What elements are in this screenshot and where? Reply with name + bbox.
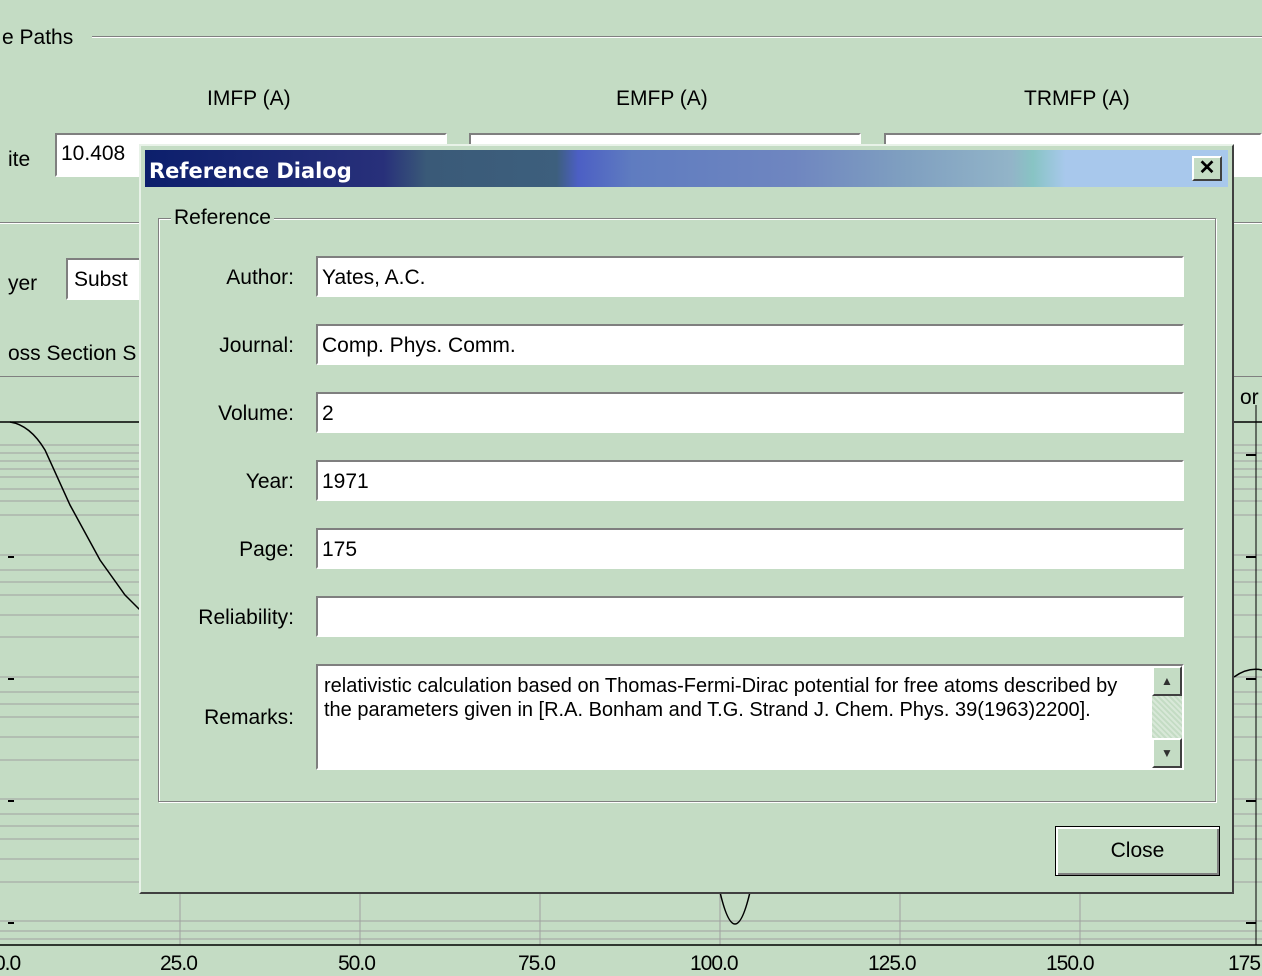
year-label: Year: <box>245 470 294 493</box>
page-field[interactable]: 175 <box>316 528 1184 569</box>
layer-label: yer <box>8 272 38 295</box>
emfp-column-header: EMFP (A) <box>616 87 708 110</box>
curve-right <box>1233 668 1262 678</box>
volume-value: 2 <box>322 402 334 425</box>
imfp-column-header: IMFP (A) <box>207 87 291 110</box>
volume-label: Volume: <box>218 402 294 425</box>
remarks-scrollbar[interactable]: ▲ ▼ <box>1152 666 1182 768</box>
x-tick-label: 50.0 <box>338 952 376 975</box>
x-tick-label: 125.0 <box>868 952 917 975</box>
row-label: ite <box>8 148 31 171</box>
x-tick-label: 75.0 <box>518 952 556 975</box>
remarks-text: relativistic calculation based on Thomas… <box>324 675 1118 721</box>
journal-label: Journal: <box>219 334 294 357</box>
x-tick-label: 175 <box>1228 952 1261 975</box>
reference-dialog: Reference Dialog ✕ Reference Author: Yat… <box>139 144 1234 894</box>
journal-field[interactable]: Comp. Phys. Comm. <box>316 324 1184 365</box>
x-tick-label: 25.0 <box>160 952 198 975</box>
page-value: 175 <box>322 538 358 561</box>
close-button[interactable]: Close <box>1055 826 1220 876</box>
remarks-label: Remarks: <box>204 706 294 729</box>
remarks-textarea[interactable]: relativistic calculation based on Thomas… <box>316 664 1184 770</box>
x-tick-label: 0.0 <box>0 952 21 975</box>
arrow-up-icon[interactable]: ▲ <box>1152 666 1182 696</box>
arrow-down-icon[interactable]: ▼ <box>1152 738 1182 768</box>
volume-field[interactable]: 2 <box>316 392 1184 433</box>
reference-group-label: Reference <box>171 206 274 230</box>
x-tick-label: 150.0 <box>1046 952 1095 975</box>
close-x-icon[interactable]: ✕ <box>1192 156 1222 181</box>
reliability-field[interactable] <box>316 596 1184 637</box>
year-value: 1971 <box>322 470 369 493</box>
cross-section-tab[interactable]: oss Section S <box>8 342 136 366</box>
dialog-title: Reference Dialog <box>149 159 352 183</box>
journal-value: Comp. Phys. Comm. <box>322 334 516 357</box>
reliability-label: Reliability: <box>198 606 294 629</box>
author-value: Yates, A.C. <box>322 266 426 289</box>
trmfp-column-header: TRMFP (A) <box>1024 87 1130 110</box>
paths-group-label: e Paths <box>2 26 74 49</box>
layer-value: Subst <box>74 268 128 291</box>
paths-group-border <box>92 36 1262 38</box>
dialog-titlebar[interactable]: Reference Dialog ✕ <box>145 150 1228 187</box>
page-label: Page: <box>239 538 294 561</box>
year-field[interactable]: 1971 <box>316 460 1184 501</box>
imfp-value: 10.408 <box>61 142 126 165</box>
x-tick-label: 100.0 <box>690 952 739 975</box>
author-field[interactable]: Yates, A.C. <box>316 256 1184 297</box>
author-label: Author: <box>226 266 294 289</box>
